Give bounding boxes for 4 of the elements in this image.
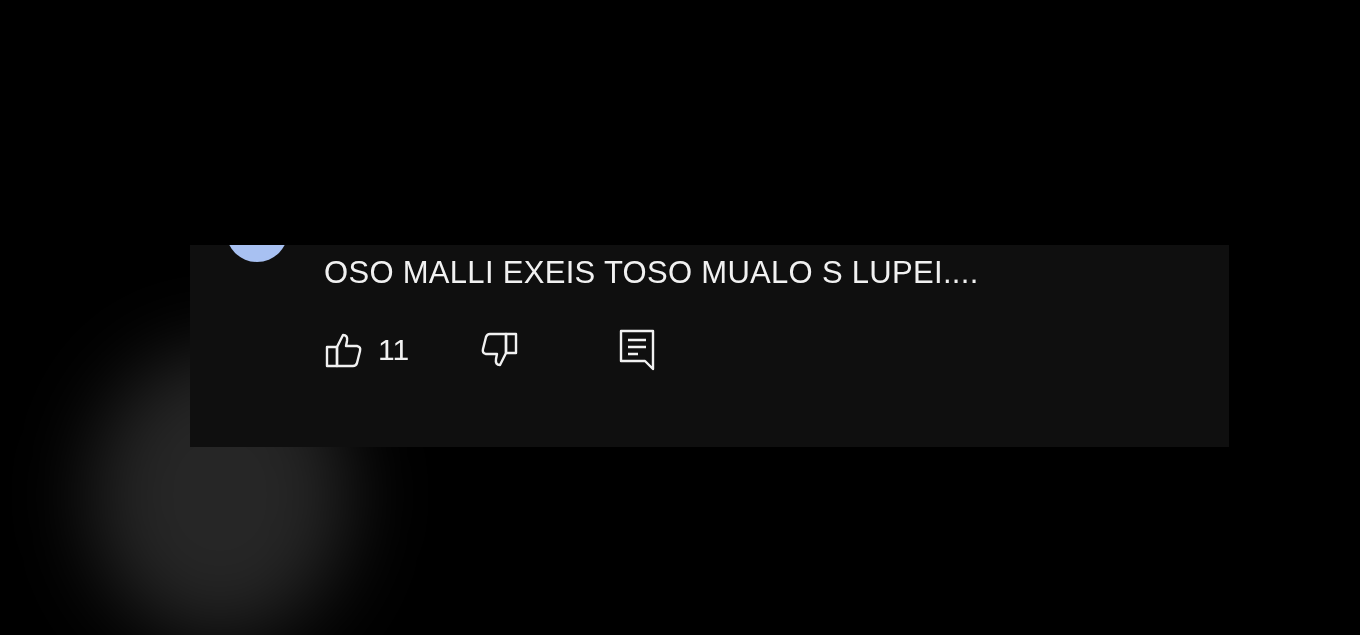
- comment-text: OSO MALLI EXEIS TOSO MUALO S LUPEI....: [324, 255, 979, 291]
- like-count: 11: [378, 333, 410, 367]
- reply-icon: [619, 329, 656, 371]
- reply-button[interactable]: [619, 329, 656, 371]
